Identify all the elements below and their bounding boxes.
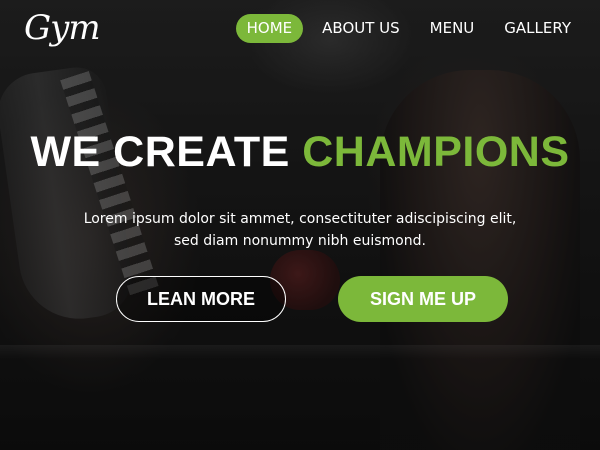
main-nav: HOME ABOUT US MENU GALLERY [235,14,582,43]
sign-me-up-button[interactable]: SIGN ME UP [338,276,508,322]
nav-home[interactable]: HOME [235,14,304,43]
headline-white-text: WE CREATE [30,128,290,176]
subtext-line-1: Lorem ipsum dolor sit ammet, consectitut… [83,211,517,227]
nav-menu[interactable]: MENU [419,14,486,43]
learn-more-button[interactable]: LEAN MORE [116,276,286,322]
hero-subtext: Lorem ipsum dolor sit ammet, consectitut… [0,208,600,252]
gym-logo[interactable]: Gym [24,8,101,48]
nav-gallery[interactable]: GALLERY [493,14,582,43]
subtext-line-2: sed diam nonummy nibh euismond. [174,233,426,249]
headline-accent-text: CHAMPIONS [302,128,570,176]
site-header: Gym HOME ABOUT US MENU GALLERY [0,0,600,60]
hero-headline: WE CREATE CHAMPIONS [0,128,600,177]
nav-about-us[interactable]: ABOUT US [311,14,411,43]
